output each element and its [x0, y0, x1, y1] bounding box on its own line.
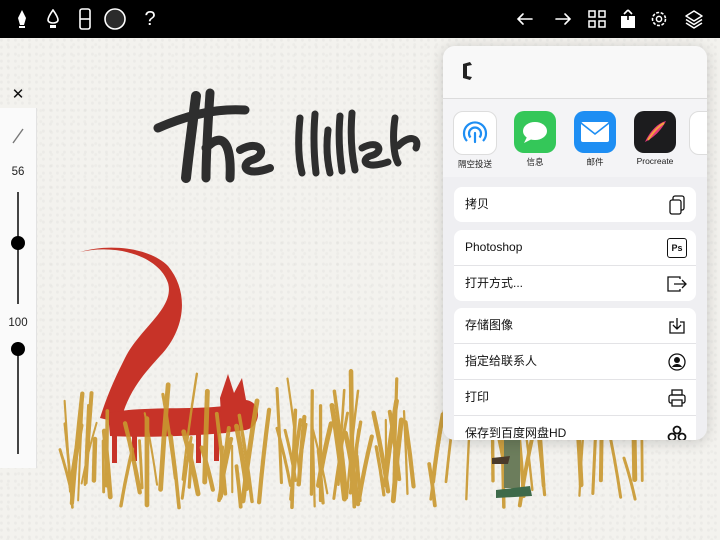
action-group-more: 存储图像 指定给联系人 打印 保存到百度网盘HD	[454, 308, 696, 440]
grass-blade	[104, 409, 110, 488]
grass-blade	[91, 436, 98, 483]
pen-tool-icon[interactable]	[9, 6, 35, 32]
settings-icon[interactable]	[646, 6, 672, 32]
assign-contact-icon	[667, 352, 687, 372]
airdrop-icon	[453, 111, 497, 155]
action-baidu-netdisk[interactable]: 保存到百度网盘HD	[454, 416, 696, 440]
app-mail[interactable]: 邮件	[566, 111, 624, 168]
grass-blade	[354, 441, 359, 491]
action-label: 拷贝	[465, 197, 490, 211]
baidu-netdisk-icon	[667, 424, 687, 440]
copy-icon	[667, 195, 687, 215]
messages-icon	[514, 111, 556, 153]
action-label: 打印	[465, 390, 490, 404]
app-label: 信息	[526, 157, 544, 167]
procreate-icon	[634, 111, 676, 153]
app-label: Procreate	[636, 156, 674, 166]
grass-blade	[256, 407, 272, 505]
photoshop-icon: Ps	[667, 238, 687, 258]
app-label: 邮件	[586, 157, 604, 167]
action-copy[interactable]: 拷贝	[454, 187, 696, 222]
action-photoshop[interactable]: Photoshop Ps	[454, 230, 696, 266]
next-app-icon	[689, 111, 707, 155]
grass-blade	[119, 447, 135, 508]
action-label: 打开方式...	[465, 276, 524, 290]
app-label: 隔空投送	[457, 159, 492, 169]
action-open-in[interactable]: 打开方式...	[454, 266, 696, 301]
action-label: 存储图像	[465, 318, 514, 332]
action-assign-contact[interactable]: 指定给联系人	[454, 344, 696, 380]
print-icon	[667, 388, 687, 408]
grass-blade	[202, 388, 210, 485]
app-messages[interactable]: 信息	[506, 111, 564, 168]
grid-icon[interactable]	[584, 6, 610, 32]
opacity-value: 100	[8, 317, 28, 329]
action-group-open: Photoshop Ps 打开方式...	[454, 230, 696, 301]
photoshop-icon-text: Ps	[671, 243, 683, 253]
brush-side-panel: 56 100	[0, 108, 37, 468]
grass-blade	[234, 464, 243, 509]
app-airdrop[interactable]: 隔空投送	[446, 111, 504, 170]
share-apps-row: 隔空投送 信息 邮件 Procreate	[443, 99, 707, 177]
title-lettering	[153, 88, 421, 183]
action-label: Photoshop	[465, 240, 523, 254]
share-sheet-header	[443, 46, 707, 99]
share-icon[interactable]	[615, 6, 641, 32]
ink-drop-icon[interactable]	[40, 6, 66, 32]
brush-size-value: 56	[11, 166, 25, 178]
opacity-slider[interactable]	[17, 342, 19, 454]
brush-stroke-icon[interactable]	[8, 126, 28, 146]
app-procreate[interactable]: Procreate	[626, 111, 684, 166]
mail-icon	[574, 111, 616, 153]
close-panel-icon[interactable]: ✕	[8, 86, 28, 104]
action-group-copy: 拷贝	[454, 187, 696, 222]
action-label: 保存到百度网盘HD	[465, 426, 567, 440]
help-icon[interactable]: ?	[137, 6, 163, 32]
undo-icon[interactable]	[512, 6, 538, 32]
color-circle-icon[interactable]	[102, 6, 128, 32]
document-c-icon	[457, 60, 479, 82]
layers-icon[interactable]	[681, 6, 707, 32]
opacity-knob[interactable]	[11, 342, 25, 356]
action-print[interactable]: 打印	[454, 380, 696, 416]
save-image-icon	[667, 316, 687, 336]
action-save-image[interactable]: 存储图像	[454, 308, 696, 344]
open-in-icon	[667, 274, 687, 294]
redo-icon[interactable]	[550, 6, 576, 32]
grass-blade	[101, 439, 106, 494]
share-sheet: 隔空投送 信息 邮件 Procreate 拷贝 Photoshop Ps 打开方…	[443, 46, 707, 440]
eraser-icon[interactable]	[72, 6, 98, 32]
grass-blade	[465, 438, 471, 501]
brush-size-knob[interactable]	[11, 236, 25, 251]
top-toolbar: ?	[0, 0, 720, 38]
app-more-partial[interactable]	[689, 111, 707, 155]
action-label: 指定给联系人	[465, 354, 538, 368]
